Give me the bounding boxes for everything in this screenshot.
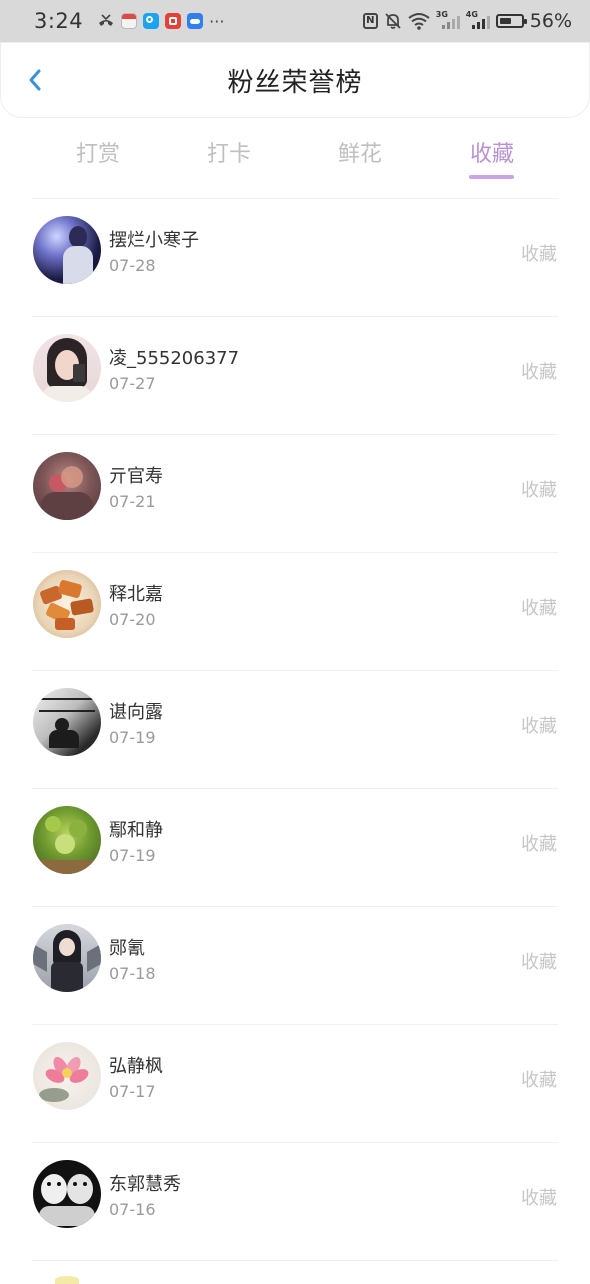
wifi-icon xyxy=(408,13,430,30)
list-item[interactable]: 鄢和静 07-19 收藏 xyxy=(0,788,590,906)
fan-date: 07-17 xyxy=(109,1082,156,1101)
fan-date: 07-19 xyxy=(109,846,156,865)
4g-signal-icon: 4G xyxy=(465,10,490,30)
battery-icon xyxy=(495,14,527,28)
fan-name: 郧氰 xyxy=(109,938,145,959)
page-title: 粉丝荣誉榜 xyxy=(227,67,363,98)
anime-girl-avatar[interactable] xyxy=(33,924,101,992)
favorite-button[interactable]: 收藏 xyxy=(521,358,557,384)
list-item[interactable]: 弘静枫 07-17 收藏 xyxy=(0,1024,590,1142)
status-bar: 3:24 ··· N 3G 4G 56% xyxy=(0,0,590,42)
fan-name: 弘静枫 xyxy=(109,1056,163,1077)
fan-date: 07-21 xyxy=(109,492,156,511)
fan-list: 摆烂小寒子 07-28 收藏 凌_555206377 07-27 收藏 亓官寿 … xyxy=(0,198,590,1280)
tab-bar: 打赏 打卡 鲜花 收藏 xyxy=(0,128,590,188)
fan-name: 东郭慧秀 xyxy=(109,1174,181,1195)
cloud-app-icon xyxy=(187,13,204,29)
bw-window-avatar[interactable] xyxy=(33,688,101,756)
fan-name: 亓官寿 xyxy=(109,466,163,487)
selfie-girl-avatar[interactable] xyxy=(33,334,101,402)
nfc-icon: N xyxy=(362,13,378,29)
favorite-button[interactable]: 收藏 xyxy=(521,830,557,856)
fan-date: 07-19 xyxy=(109,728,156,747)
tab-checkin[interactable]: 打卡 xyxy=(207,136,251,168)
fan-name: 凌_555206377 xyxy=(109,348,240,369)
tab-favorites[interactable]: 收藏 xyxy=(470,136,514,168)
missed-call-icon xyxy=(99,14,114,26)
notes-app-icon xyxy=(165,13,182,29)
favorite-button[interactable]: 收藏 xyxy=(521,948,557,974)
tab-flowers[interactable]: 鲜花 xyxy=(338,136,382,168)
fan-name: 谌向露 xyxy=(109,702,163,723)
status-time: 3:24 xyxy=(34,9,84,33)
list-item[interactable]: 释北嘉 07-20 收藏 xyxy=(0,552,590,670)
list-item[interactable]: 凌_555206377 07-27 收藏 xyxy=(0,316,590,434)
back-arrow-icon[interactable] xyxy=(21,65,51,95)
favorite-button[interactable]: 收藏 xyxy=(521,476,557,502)
3g-label: 3G xyxy=(435,10,448,19)
4g-label: 4G xyxy=(465,10,478,19)
fan-date: 07-20 xyxy=(109,610,156,629)
favorite-button[interactable]: 收藏 xyxy=(521,1184,557,1210)
lotus-painting-avatar[interactable] xyxy=(33,1042,101,1110)
fan-date: 07-28 xyxy=(109,256,156,275)
green-plant-avatar[interactable] xyxy=(33,806,101,874)
favorite-button[interactable]: 收藏 xyxy=(521,240,557,266)
list-item[interactable]: 亓官寿 07-21 收藏 xyxy=(0,434,590,552)
more-notifications: ··· xyxy=(209,11,225,31)
tiger-sketch-avatar[interactable] xyxy=(33,1160,101,1228)
food-dish-avatar[interactable] xyxy=(33,570,101,638)
status-left: 3:24 ··· xyxy=(34,9,224,33)
list-item-partial xyxy=(0,1260,590,1280)
battery-percent: 56% xyxy=(529,10,572,32)
list-item[interactable]: 郧氰 07-18 收藏 xyxy=(0,906,590,1024)
list-item[interactable]: 东郭慧秀 07-16 收藏 xyxy=(0,1142,590,1260)
next-avatar-peek xyxy=(55,1276,79,1284)
favorite-button[interactable]: 收藏 xyxy=(521,1066,557,1092)
favorite-button[interactable]: 收藏 xyxy=(521,594,557,620)
list-item[interactable]: 摆烂小寒子 07-28 收藏 xyxy=(0,198,590,316)
active-tab-indicator xyxy=(469,175,514,179)
3g-signal-icon: 3G xyxy=(435,10,460,30)
search-app-icon xyxy=(143,13,160,29)
fan-name: 摆烂小寒子 xyxy=(109,230,199,251)
list-item[interactable]: 谌向露 07-19 收藏 xyxy=(0,670,590,788)
tab-reward[interactable]: 打赏 xyxy=(76,136,120,168)
flower-portrait-avatar[interactable] xyxy=(33,452,101,520)
fan-name: 释北嘉 xyxy=(109,584,163,605)
page-header: 粉丝荣誉榜 xyxy=(0,42,590,118)
fan-date: 07-27 xyxy=(109,374,156,393)
fan-date: 07-18 xyxy=(109,964,156,983)
night-figure-avatar[interactable] xyxy=(33,216,101,284)
status-right: N 3G 4G 56% xyxy=(362,10,572,32)
favorite-button[interactable]: 收藏 xyxy=(521,712,557,738)
calendar-app-icon xyxy=(121,13,138,29)
battery-level xyxy=(499,18,511,24)
fan-date: 07-16 xyxy=(109,1200,156,1219)
mute-icon xyxy=(385,13,401,29)
fan-name: 鄢和静 xyxy=(109,820,163,841)
